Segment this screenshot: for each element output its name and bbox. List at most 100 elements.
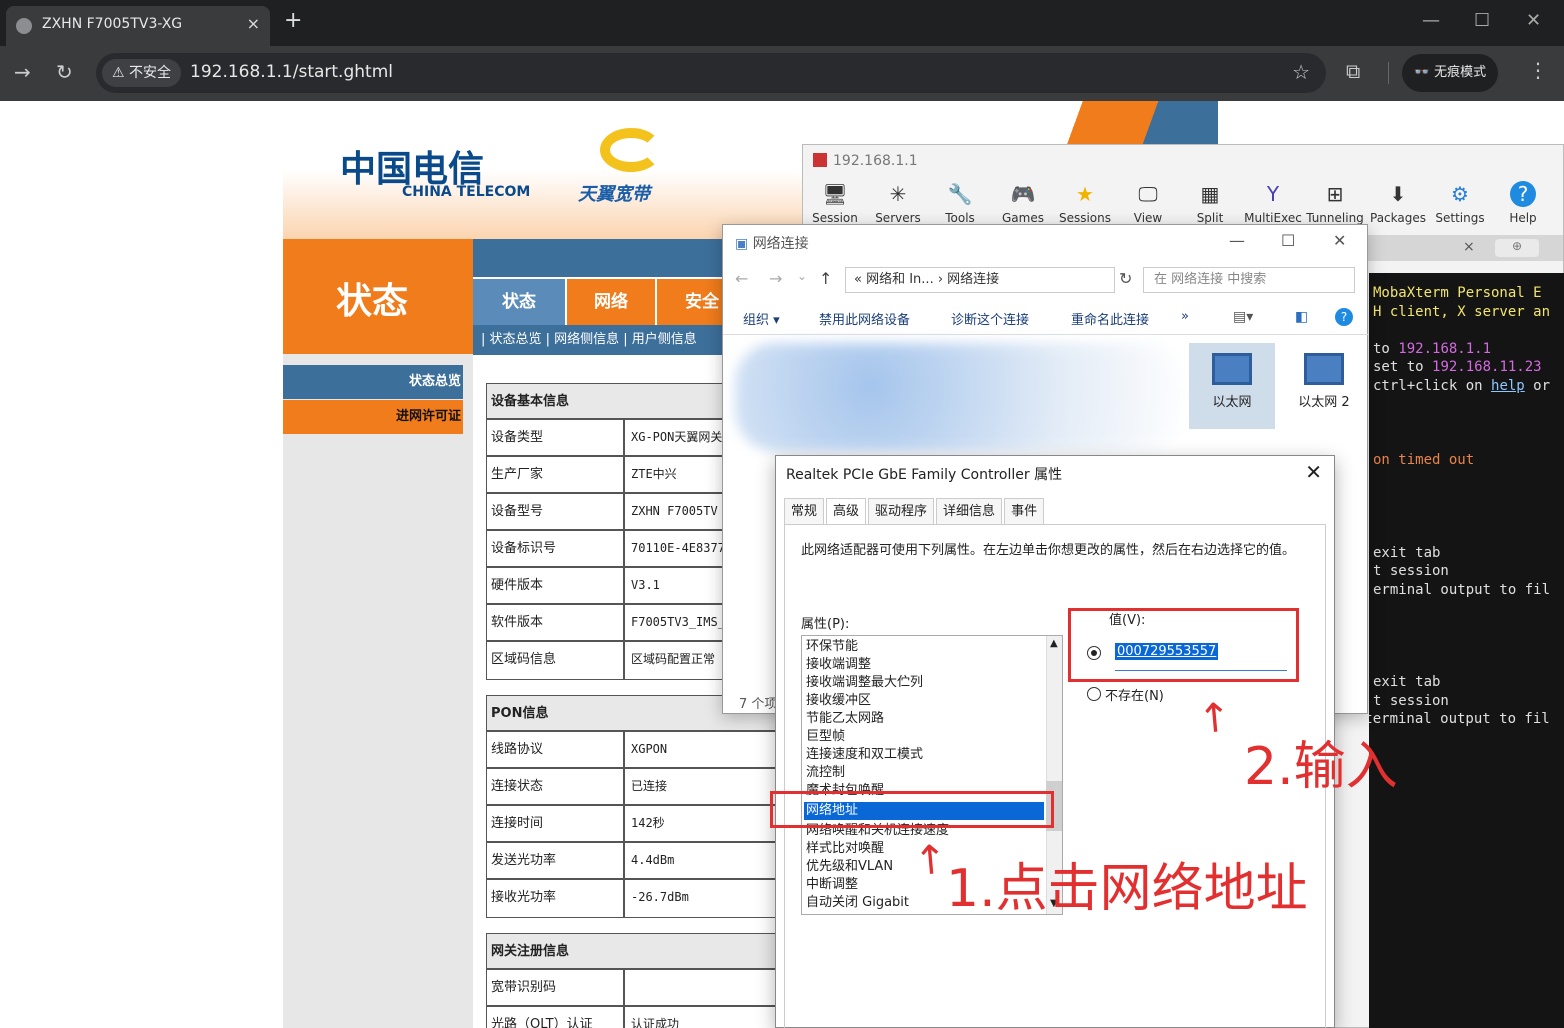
up-arrow-icon[interactable]: ↑ — [819, 269, 832, 288]
row-key: 软件版本 — [487, 605, 625, 640]
maximize-icon[interactable]: ☐ — [1474, 10, 1490, 31]
toolbar-divider — [1388, 62, 1389, 84]
moba-tab-close-icon[interactable]: × — [1463, 239, 1475, 255]
view-options-icon[interactable]: ▤▾ — [1233, 309, 1253, 325]
moba-title-text: 192.168.1.1 — [833, 153, 918, 169]
new-tab-icon[interactable]: + — [284, 8, 302, 33]
moba-tool-sessions[interactable]: ★ Sessions — [1053, 181, 1117, 225]
row-value: 已连接 — [631, 779, 668, 793]
row-key: 硬件版本 — [487, 568, 625, 603]
reload-icon[interactable]: ↻ — [56, 60, 73, 84]
maximize-icon[interactable]: ☐ — [1281, 231, 1295, 250]
term-line: H client, X server an — [1373, 304, 1551, 320]
tool-label: Tunneling — [1306, 211, 1364, 225]
tab-driver[interactable]: 驱动程序 — [868, 498, 935, 524]
scroll-up-icon[interactable]: ▲ — [1050, 638, 1058, 649]
more-commands-button[interactable]: » — [1181, 309, 1189, 324]
row-key: 区域码信息 — [487, 642, 625, 679]
minimize-icon[interactable]: — — [1229, 231, 1245, 250]
explorer-path[interactable]: « 网络和 In... › 网络连接 — [845, 267, 1115, 293]
term-line: to 192.168.1.1 — [1373, 341, 1491, 357]
disable-device-button[interactable]: 禁用此网络设备 — [819, 309, 910, 328]
list-item[interactable]: 节能乙太网路 — [804, 710, 1044, 728]
browser-toolbar: → ↻ ⚠ 不安全 192.168.1.1/start.ghtml ☆ ⧉ 👓 … — [0, 46, 1564, 101]
moba-tool-view[interactable]: 🖵 View — [1116, 181, 1180, 225]
terminal[interactable]: MobaXterm Personal E H client, X server … — [1369, 273, 1564, 1028]
path-segment[interactable]: 网络连接 — [947, 272, 999, 287]
term-text: set to — [1373, 359, 1433, 375]
header-stripe — [1045, 101, 1218, 145]
tab-network[interactable]: 网络 — [567, 279, 655, 325]
history-chevron-icon[interactable]: ⌄ — [797, 269, 807, 283]
sidebar-item-license[interactable]: 进网许可证 — [283, 400, 463, 434]
explorer-search-input[interactable]: 在 网络连接 中搜索 — [1143, 267, 1355, 293]
moba-tool-tunneling[interactable]: ⊞ Tunneling — [1303, 181, 1367, 225]
help-icon[interactable]: ? — [1335, 308, 1353, 326]
moba-tool-multiexec[interactable]: Y MultiExec — [1241, 181, 1305, 225]
moba-tool-games[interactable]: 🎮 Games — [991, 181, 1055, 225]
table-row: 连接状态 已连接 — [487, 769, 785, 806]
adapter-ethernet[interactable]: 以太网 — [1189, 343, 1275, 429]
highlight-network-address — [770, 791, 1054, 828]
tool-label: Packages — [1370, 211, 1426, 225]
moba-tool-split[interactable]: ▦ Split — [1178, 181, 1242, 225]
dialog-title: Realtek PCIe GbE Family Controller 属性 — [786, 467, 1063, 483]
browser-tab[interactable]: ZXHN F7005TV3-XG × — [6, 6, 270, 46]
dialog-close-icon[interactable]: ✕ — [1305, 460, 1322, 484]
list-item[interactable]: 环保节能 — [804, 638, 1044, 656]
list-item[interactable]: 接收缓冲区 — [804, 692, 1044, 710]
tool-label: Help — [1509, 211, 1537, 225]
term-help-link[interactable]: help — [1491, 378, 1525, 394]
row-value — [625, 970, 785, 1005]
moba-tool-servers[interactable]: ✳ Servers — [866, 181, 930, 225]
incognito-badge[interactable]: 👓 无痕模式 — [1402, 54, 1498, 92]
path-segment[interactable]: 网络和 In... — [866, 272, 934, 287]
address-bar[interactable]: ⚠ 不安全 192.168.1.1/start.ghtml ☆ — [96, 53, 1326, 93]
tunneling-icon: ⊞ — [1326, 182, 1344, 206]
tab-status[interactable]: 状态 — [473, 279, 565, 325]
tab-advanced[interactable]: 高级 — [826, 498, 867, 524]
close-icon[interactable]: ✕ — [1333, 231, 1346, 250]
list-item[interactable]: 连接速度和双工模式 — [804, 746, 1044, 764]
forward-arrow-icon[interactable]: → — [769, 269, 782, 288]
moba-add-tab-icon[interactable]: ⊕ — [1495, 239, 1539, 257]
tab-details[interactable]: 详细信息 — [936, 498, 1003, 524]
list-item[interactable]: 接收端调整 — [804, 656, 1044, 674]
term-line: t session — [1373, 563, 1449, 579]
adapter-label: 以太网 2 — [1298, 395, 1350, 410]
sidebar-item-overview[interactable]: 状态总览 — [283, 365, 463, 399]
list-item[interactable]: 巨型帧 — [804, 728, 1044, 746]
list-item[interactable]: 接收端调整最大伫列 — [804, 674, 1044, 692]
moba-tool-session[interactable]: 🖥 Session — [803, 181, 867, 225]
moba-tool-tools[interactable]: 🔧 Tools — [928, 181, 992, 225]
page-title: 状态 — [336, 280, 409, 322]
moba-tool-packages[interactable]: ⬇ Packages — [1366, 181, 1430, 225]
close-window-icon[interactable]: ✕ — [1526, 10, 1541, 31]
tab-title: ZXHN F7005TV3-XG — [42, 16, 183, 32]
table-row: 连接时间 142秒 — [487, 806, 785, 843]
extensions-icon[interactable]: ⧉ — [1346, 59, 1360, 83]
adapter-ethernet-2[interactable]: 以太网 2 — [1289, 343, 1359, 429]
tab-events[interactable]: 事件 — [1004, 498, 1045, 524]
url-text[interactable]: 192.168.1.1/start.ghtml — [190, 62, 393, 82]
forward-icon[interactable]: → — [14, 60, 31, 84]
not-secure-badge[interactable]: ⚠ 不安全 — [102, 59, 182, 87]
session-icon: 🖥 — [822, 182, 848, 206]
rename-button[interactable]: 重命名此连接 — [1071, 309, 1149, 328]
tab-close-icon[interactable]: × — [247, 14, 260, 33]
list-item[interactable]: 流控制 — [804, 764, 1044, 782]
organize-button[interactable]: 组织 ▾ — [743, 309, 780, 328]
minimize-icon[interactable]: — — [1422, 10, 1440, 31]
tab-general[interactable]: 常规 — [784, 498, 825, 524]
browser-menu-icon[interactable]: ⋮ — [1528, 58, 1548, 82]
incognito-label: 无痕模式 — [1434, 65, 1487, 80]
moba-tool-help[interactable]: ? Help — [1491, 181, 1555, 225]
view-icon: 🖵 — [1138, 182, 1158, 206]
moba-tool-settings[interactable]: ⚙ Settings — [1428, 181, 1492, 225]
preview-pane-icon[interactable]: ◧ — [1295, 309, 1308, 325]
not-present-radio[interactable] — [1087, 687, 1101, 701]
back-arrow-icon[interactable]: ← — [735, 269, 748, 288]
diagnose-button[interactable]: 诊断这个连接 — [951, 309, 1029, 328]
refresh-icon[interactable]: ↻ — [1119, 269, 1132, 288]
bookmark-star-icon[interactable]: ☆ — [1292, 60, 1310, 84]
